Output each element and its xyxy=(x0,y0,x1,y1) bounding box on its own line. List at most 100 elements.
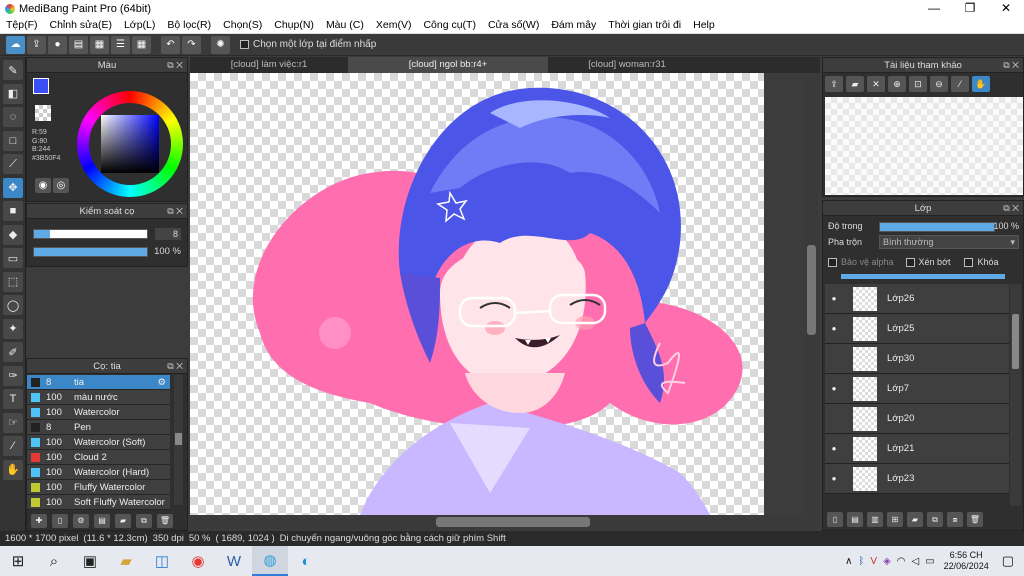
page-icon[interactable]: ▦ xyxy=(90,35,109,54)
select-pen-tool-icon[interactable]: ✐ xyxy=(3,342,23,362)
minimize-button[interactable]: — xyxy=(916,0,952,17)
delete-brush-icon[interactable]: 🗑 xyxy=(157,514,173,528)
hand-icon[interactable]: ✋ xyxy=(972,76,990,92)
saturation-square[interactable] xyxy=(101,115,159,173)
layer-row[interactable]: ● Lớp25 xyxy=(825,314,1009,344)
shape-tool-icon[interactable]: □ xyxy=(3,130,23,151)
palette-icon[interactable]: ◉ xyxy=(35,178,51,193)
delete-layer-icon[interactable]: 🗑 xyxy=(967,512,983,527)
wifi-icon[interactable]: ◠ xyxy=(897,556,906,567)
close-button[interactable]: ✕ xyxy=(988,0,1024,17)
menu-file[interactable]: Tệp(F) xyxy=(0,19,44,31)
layer-folder-icon[interactable]: ▰ xyxy=(907,512,923,527)
vpn-icon[interactable]: V xyxy=(870,556,877,567)
page-list-icon[interactable]: ☰ xyxy=(111,35,130,54)
layer-menu-icon[interactable]: ⊞ xyxy=(887,512,903,527)
brush-size-value[interactable]: 8 xyxy=(155,228,181,240)
tab-lam-viec[interactable]: [cloud] làm việc:r1 xyxy=(190,57,348,73)
blend-mode-select[interactable]: Bình thường ▾ xyxy=(879,235,1019,249)
brush-settings-icon[interactable]: ⚙ xyxy=(73,514,89,528)
menu-help[interactable]: Help xyxy=(687,19,721,31)
color-wheel[interactable] xyxy=(77,91,183,197)
task-view-icon[interactable]: ▣ xyxy=(72,546,108,576)
magic-wand-tool-icon[interactable]: ✦ xyxy=(3,318,23,339)
comment-icon[interactable]: ● xyxy=(48,35,67,54)
layer-list-scrollbar[interactable] xyxy=(1010,284,1021,506)
canvas-vertical-scrollbar[interactable] xyxy=(805,75,818,515)
tab-woman[interactable]: [cloud] woman:r31 xyxy=(548,57,706,73)
word-icon[interactable]: W xyxy=(216,546,252,576)
new-brush-icon[interactable]: ▯ xyxy=(52,514,68,528)
loading-icon[interactable]: ✺ xyxy=(211,35,230,54)
brush-item[interactable]: 100 Watercolor (Soft) xyxy=(27,435,170,450)
operation-tool-icon[interactable]: ☞ xyxy=(3,412,23,433)
brush-item[interactable]: 100 màu nước xyxy=(27,390,170,405)
search-icon[interactable]: ⌕ xyxy=(36,546,72,576)
file-explorer-icon[interactable]: ▰ xyxy=(108,546,144,576)
open-folder-icon[interactable]: ▰ xyxy=(846,76,864,92)
text-tool-icon[interactable]: T xyxy=(3,389,23,409)
new-8bit-layer-icon[interactable]: ▥ xyxy=(867,512,883,527)
add-brush-icon[interactable]: ✚ xyxy=(31,514,47,528)
hand-tool-icon[interactable]: ✋ xyxy=(3,459,23,480)
cloud-icon[interactable]: ☁ xyxy=(6,35,25,54)
chrome-icon[interactable]: ◉ xyxy=(180,546,216,576)
brush-tool-icon[interactable]: ✎ xyxy=(3,60,23,80)
gear-icon[interactable]: ⚙ xyxy=(157,377,166,388)
tab-ngol-bb[interactable]: [cloud] ngol bb:r4+ xyxy=(348,57,548,73)
menu-layer[interactable]: Lớp(L) xyxy=(118,19,161,31)
copy-brush-icon[interactable]: ▤ xyxy=(94,514,110,528)
lasso-tool-icon[interactable]: ◯ xyxy=(3,295,23,315)
grid-icon[interactable]: ▦ xyxy=(132,35,151,54)
battery-icon[interactable]: ▭ xyxy=(925,556,934,567)
menu-snap[interactable]: Chụp(N) xyxy=(268,19,320,31)
reference-image-area[interactable] xyxy=(825,97,1023,195)
lock-checkbox[interactable] xyxy=(964,257,974,267)
drawing-canvas[interactable] xyxy=(190,73,764,515)
zoom-out-icon[interactable]: ⊖ xyxy=(930,76,948,92)
bluetooth-icon[interactable]: ᛒ xyxy=(858,556,864,567)
visibility-icon[interactable]: ● xyxy=(825,384,843,393)
chevron-up-icon[interactable]: ∧ xyxy=(845,556,852,567)
transparent-swatch[interactable] xyxy=(35,105,51,121)
brush-opacity-value[interactable]: 100 % xyxy=(154,246,181,257)
visibility-icon[interactable]: ● xyxy=(825,474,843,483)
merge-layer-icon[interactable]: ⧈ xyxy=(947,512,963,527)
cloud-upload-icon[interactable]: ⇪ xyxy=(825,76,843,92)
layer-row[interactable]: Lớp30 xyxy=(825,344,1009,374)
layer-row[interactable]: Lớp20 xyxy=(825,404,1009,434)
fit-icon[interactable]: ⊡ xyxy=(909,76,927,92)
layer-opacity-slider[interactable] xyxy=(879,222,995,232)
layer-row[interactable]: ● Lớp23 xyxy=(825,464,1009,494)
document-icon[interactable]: ▤ xyxy=(69,35,88,54)
duplicate-layer-icon[interactable]: ⧉ xyxy=(927,512,943,527)
redo-icon[interactable]: ↷ xyxy=(182,35,201,54)
menu-select[interactable]: Chọn(S) xyxy=(217,19,268,31)
notifications-icon[interactable]: ▢ xyxy=(1002,553,1014,569)
brush-item[interactable]: 100 Watercolor xyxy=(27,405,170,420)
menu-window[interactable]: Cửa số(W) xyxy=(482,19,545,31)
menu-cloud[interactable]: Đám mây xyxy=(545,19,602,31)
eraser-tool-icon[interactable]: ◧ xyxy=(3,83,23,104)
protect-alpha-checkbox[interactable] xyxy=(828,257,837,267)
speaker-icon[interactable]: ◁ xyxy=(912,556,920,567)
move-tool-icon[interactable]: ✥ xyxy=(3,177,23,198)
panel-controls[interactable]: ⧉ ✕ xyxy=(167,58,183,73)
layer-row[interactable]: ● Lớp26 xyxy=(825,284,1009,314)
fill-rect-tool-icon[interactable]: ■ xyxy=(3,201,23,221)
menu-timelapse[interactable]: Thời gian trôi đi xyxy=(602,19,687,31)
brush-item[interactable]: 100 Cloud 2 xyxy=(27,450,170,465)
brush-item[interactable]: 100 Fluffy Watercolor xyxy=(27,480,170,495)
foreground-color-swatch[interactable] xyxy=(33,78,49,94)
panel-controls[interactable]: ⧉ ✕ xyxy=(167,204,183,219)
folder-icon[interactable]: ▰ xyxy=(115,514,131,528)
brush-item[interactable]: 8 tia ⚙ xyxy=(27,375,170,390)
select-layer-on-click-checkbox[interactable]: Chọn một lớp tại điểm nhấp xyxy=(240,39,376,50)
maximize-button[interactable]: ❐ xyxy=(952,0,988,17)
select-tool-icon[interactable]: ⬚ xyxy=(3,271,23,292)
select-eraser-tool-icon[interactable]: ✑ xyxy=(3,365,23,386)
menu-edit[interactable]: Chỉnh sửa(E) xyxy=(44,19,118,31)
menu-view[interactable]: Xem(V) xyxy=(370,19,418,31)
color-history-icon[interactable]: ◎ xyxy=(53,178,69,193)
panel-controls[interactable]: ⧉ ✕ xyxy=(1003,201,1019,216)
